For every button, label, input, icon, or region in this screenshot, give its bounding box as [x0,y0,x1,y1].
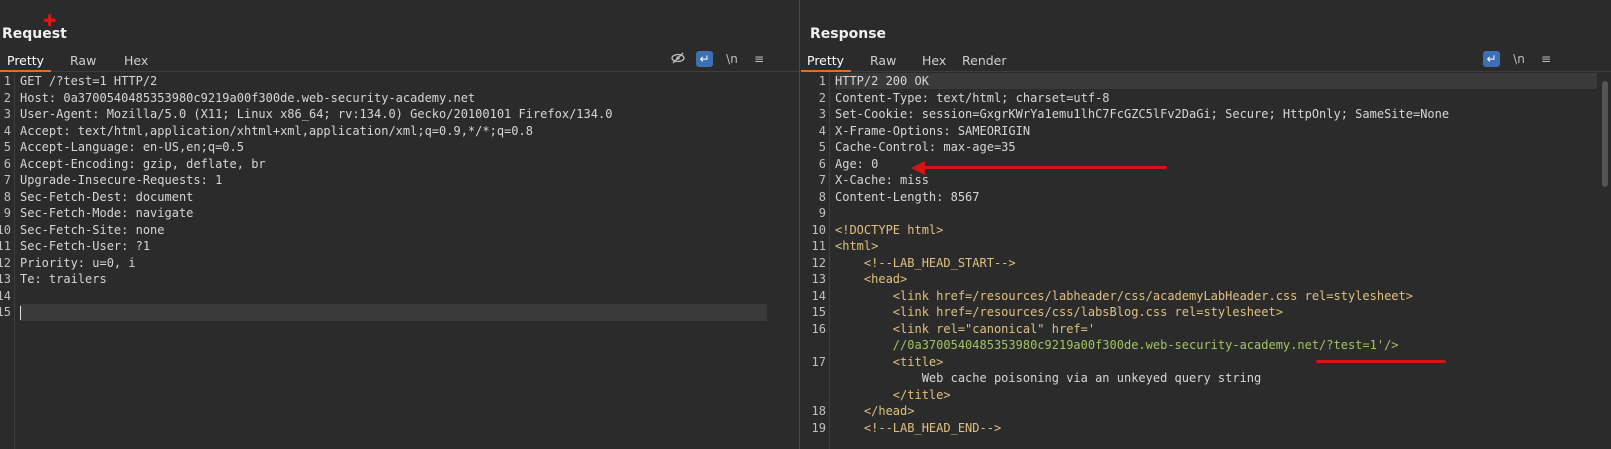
response-line: Cache-Control: max-age=35 [835,140,1016,154]
response-title: Response [810,26,887,42]
request-line-gutter: 123456789101112131415 [0,73,15,449]
request-line: Upgrade-Insecure-Requests: 1 [20,173,223,187]
response-line: HTTP/2 200 OK [835,74,929,88]
request-title: Request [2,26,67,42]
request-line-number: 5 [3,140,11,154]
request-line-number: 14 [0,288,11,303]
request-line-number: 4 [3,123,11,138]
wrap-lines-button[interactable]: ↵ [696,51,713,67]
request-line-number: 1 [3,74,11,88]
response-tab-hex[interactable]: Hex [915,53,953,72]
response-line-number: 11 [811,239,826,253]
request-tab-hex[interactable]: Hex [117,53,155,72]
request-tab-pretty[interactable]: Pretty [0,53,52,72]
response-tab-pretty[interactable]: Pretty [801,53,852,72]
response-line-number: 19 [811,420,826,435]
annotation-underline [1316,360,1446,363]
response-newline-toggle-button[interactable]: \n [1511,51,1527,67]
response-line-number: 6 [818,156,826,171]
response-line: </head> [835,404,915,418]
request-line: Sec-Fetch-Dest: document [20,189,194,204]
request-line: Te: trailers [20,272,107,286]
response-line-number: 5 [818,140,826,154]
response-line-number: 14 [811,288,826,303]
request-line: Priority: u=0, i [20,255,136,270]
text-caret [20,306,21,320]
request-pane: Request ✚ Pretty Raw Hex ↵ \n ≡ 12345678… [0,0,800,449]
response-line-number: 13 [811,272,826,286]
response-line-gutter: 1 2 3 4 5 6 7 8 9 10 11 12 13 14 15 16 17 18 19 [801,73,830,449]
response-line: Content-Type: text/html; charset=utf-8 [835,90,1110,105]
request-line-number: 3 [3,107,11,121]
response-line: <html> [835,239,879,253]
response-line: Web cache poisoning via an unkeyed query… [835,371,1262,385]
response-line-number: 2 [818,90,826,105]
response-line: <head> [835,272,908,286]
request-line-number: 7 [3,173,11,187]
response-line-number: 8 [818,189,826,204]
request-line-number: 8 [3,189,11,204]
request-line-number: 12 [0,255,11,270]
request-line: Host: 0a3700540485353980c9219a00f300de.w… [20,90,476,105]
response-line: X-Frame-Options: SAMEORIGIN [835,123,1031,138]
request-line-number: 10 [0,222,11,237]
request-line: Sec-Fetch-Site: none [20,222,165,237]
response-line-number: 1 [818,74,826,88]
response-line-number: 3 [818,107,826,121]
annotation-plus-mark: ✚ [43,11,57,30]
response-line: Set-Cookie: session=GxgrKWrYa1emu1lhC7Fc… [835,107,1450,121]
response-menu-button[interactable]: ≡ [1539,51,1553,67]
request-line: Accept-Language: en-US,en;q=0.5 [20,140,244,154]
response-code[interactable]: HTTP/2 200 OK Content-Type: text/html; ch… [835,73,1611,449]
response-line: <title> [835,354,944,369]
request-line: GET /?test=1 HTTP/2 [20,74,158,88]
hide-nonprintable-icon[interactable] [670,51,686,67]
response-tab-render[interactable]: Render [955,53,1014,72]
response-line-number: 15 [811,305,826,319]
response-line-number: 18 [811,404,826,418]
newline-toggle-button[interactable]: \n [724,51,740,67]
response-line: <link href=/resources/labheader/css/acad… [835,288,1413,303]
response-line: Content-Length: 8567 [835,189,980,204]
response-line: <link href=/resources/css/labsBlog.css r… [835,305,1283,319]
request-line: Sec-Fetch-Mode: navigate [20,206,194,220]
response-tab-raw[interactable]: Raw [863,53,903,72]
response-line-number: 17 [811,354,826,369]
request-line-number: 2 [3,90,11,105]
response-line-number: 9 [818,206,826,220]
response-line: <!--LAB_HEAD_END--> [835,420,1002,435]
request-line-number: 13 [0,272,11,286]
request-code[interactable]: GET /?test=1 HTTP/2 Host: 0a3700540485353… [20,73,799,449]
request-line-number: 6 [3,156,11,171]
request-tab-raw[interactable]: Raw [63,53,103,72]
response-line: <!--LAB_HEAD_START--> [835,255,1016,270]
request-editor[interactable]: 123456789101112131415 GET /?test=1 HTTP/… [0,73,799,449]
response-editor[interactable]: 1 2 3 4 5 6 7 8 9 10 11 12 13 14 15 16 17 18 19 HTTP/2 200… [801,73,1611,449]
response-line-number: 7 [818,173,826,187]
response-pane: Response Pretty Raw Hex Render ↵ \n ≡ 12… [801,0,1611,449]
annotation-arrow-head [911,161,925,175]
request-line: Sec-Fetch-User: ?1 [20,239,151,253]
response-line: </title> [835,387,951,402]
annotation-arrow-line [921,166,1167,169]
request-line-number: 11 [0,239,11,253]
request-line: Accept-Encoding: gzip, deflate, br [20,156,266,171]
response-line: <!DOCTYPE html> [835,222,944,237]
response-scrollbar[interactable] [1602,81,1608,187]
response-line-number: 10 [811,222,826,237]
response-line: <link rel="canonical" href=' [835,321,1096,336]
request-line-number: 15 [0,305,11,319]
response-line-number: 16 [811,321,826,336]
response-line-number: 4 [818,123,826,138]
response-line: Age: 0 [835,156,879,171]
request-menu-button[interactable]: ≡ [752,51,766,67]
request-line: User-Agent: Mozilla/5.0 (X11; Linux x86_… [20,107,613,121]
response-line-number: 12 [811,255,826,270]
request-line-number: 9 [3,206,11,220]
response-wrap-lines-button[interactable]: ↵ [1483,51,1500,67]
response-line: //0a3700540485353980c9219a00f300de.web-s… [835,338,1399,352]
request-line: Accept: text/html,application/xhtml+xml,… [20,123,533,138]
